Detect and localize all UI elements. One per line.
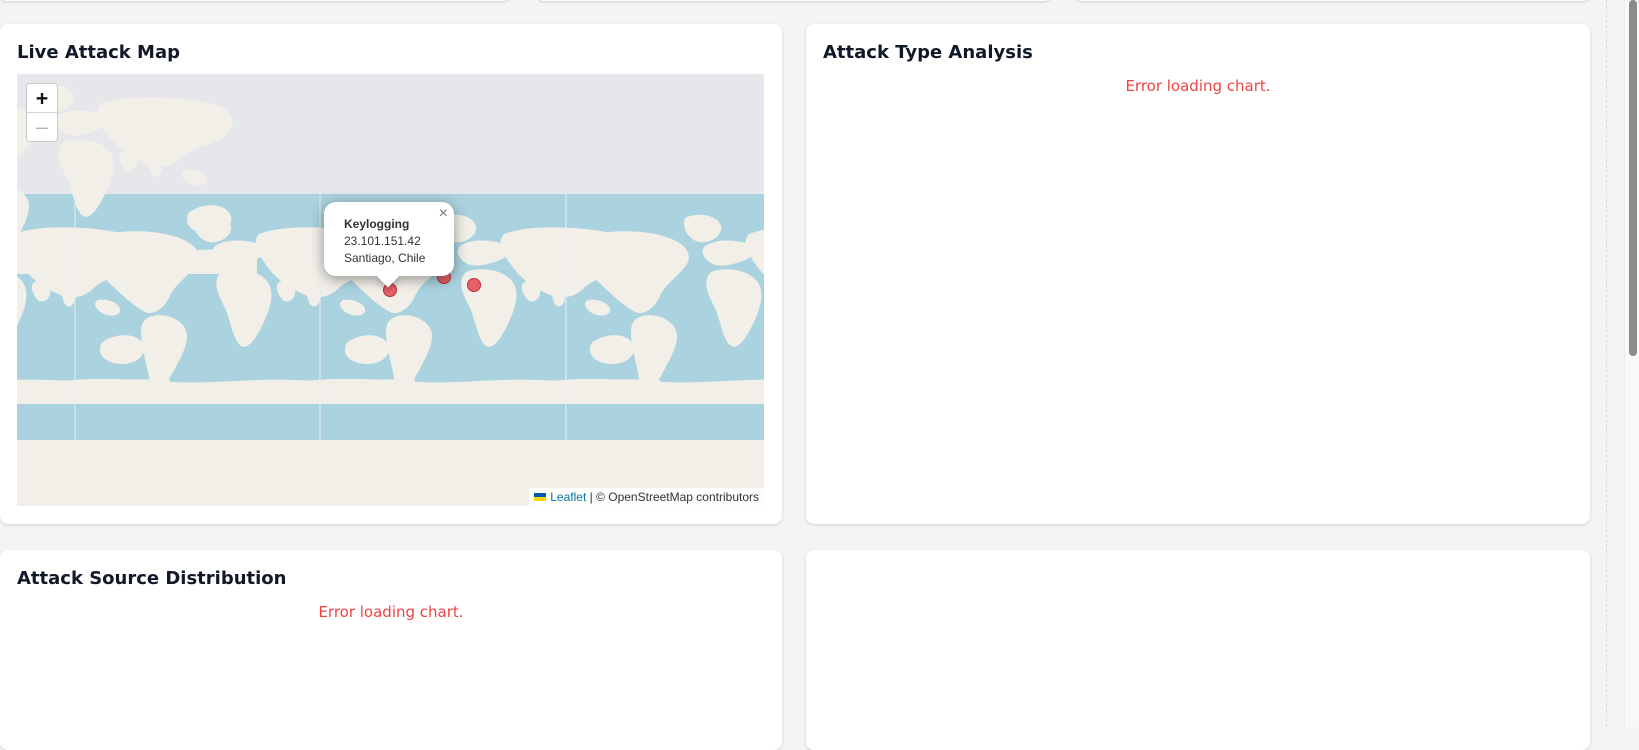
- zoom-out-button[interactable]: —: [27, 112, 57, 141]
- leaflet-link[interactable]: Leaflet: [550, 490, 586, 504]
- popup-location: Santiago, Chile: [344, 251, 426, 265]
- plus-icon: +: [35, 86, 49, 110]
- popup-ip-address: 23.101.151.42: [344, 234, 421, 248]
- attack-map[interactable]: + — × Keylogging 23.101.151.42 Santiago,…: [17, 74, 764, 506]
- popup-content: Keylogging 23.101.151.42 Santiago, Chile: [344, 216, 425, 267]
- attack-popup: × Keylogging 23.101.151.42 Santiago, Chi…: [324, 202, 454, 288]
- attack-type-title: Attack Type Analysis: [823, 42, 1033, 63]
- empty-card: [806, 550, 1590, 750]
- live-attack-map-title: Live Attack Map: [17, 42, 180, 63]
- attack-source-card: Attack Source Distribution Error loading…: [0, 550, 782, 750]
- map-attribution: Leaflet | © OpenStreetMap contributors: [529, 488, 764, 506]
- osm-credit: © OpenStreetMap contributors: [596, 490, 759, 504]
- ukraine-flag-icon: [534, 493, 547, 501]
- layout-divider: [1606, 0, 1607, 727]
- popup-attack-type: Keylogging: [344, 217, 410, 231]
- attack-source-error: Error loading chart.: [318, 603, 464, 621]
- summary-card-1: [0, 0, 510, 1]
- scrollbar-thumb[interactable]: [1629, 0, 1637, 356]
- zoom-in-button[interactable]: +: [27, 84, 57, 112]
- attack-source-title: Attack Source Distribution: [17, 568, 287, 589]
- page-scrollbar[interactable]: [1624, 0, 1639, 727]
- zoom-control: + —: [26, 83, 58, 142]
- close-icon[interactable]: ×: [439, 205, 448, 223]
- attack-type-error: Error loading chart.: [1125, 77, 1271, 95]
- summary-card-3: [1076, 0, 1590, 1]
- minus-icon: —: [35, 115, 49, 139]
- attribution-separator: |: [586, 490, 597, 504]
- attack-marker-asia[interactable]: [467, 278, 481, 292]
- summary-card-2: [537, 0, 1051, 1]
- attack-type-card: Attack Type Analysis Error loading chart…: [806, 24, 1590, 524]
